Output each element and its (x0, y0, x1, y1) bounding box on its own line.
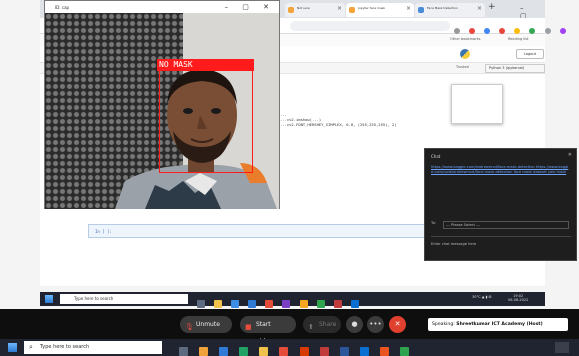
tab-label: Face Mask Detection (427, 6, 458, 10)
powerpoint-icon[interactable] (299, 347, 309, 356)
extension-icons (452, 21, 579, 53)
leave-meeting-button[interactable]: ✕ (389, 316, 406, 333)
clock-date: 06-06-2022 (508, 298, 529, 302)
taskbar-apps (195, 294, 361, 308)
file-explorer-icon[interactable] (259, 347, 269, 356)
store-icon[interactable] (231, 300, 240, 308)
chat-message-link[interactable]: https://www.kaggle.com/andrewmvd/face-ma… (431, 165, 571, 175)
code-cell[interactable]: ... ...cv2.imshow(...) ...cv2.FONT_HERSH… (280, 112, 440, 144)
browser-tab[interactable]: Not sure × (285, 3, 345, 17)
unmute-label: Unmute (196, 321, 220, 328)
code-line: ...cv2.FONT_HERSHEY_SIMPLEX, 0.8, (255,2… (280, 122, 397, 127)
app-icon[interactable] (350, 300, 359, 308)
app-icon[interactable] (219, 347, 229, 356)
app-icon[interactable] (316, 300, 325, 308)
chrome-icon[interactable] (265, 300, 274, 308)
word-icon[interactable] (339, 347, 349, 356)
remote-taskbar: Type here to search 30°C ▲ ▮ ⊞ 19:02 06-… (40, 292, 545, 308)
speaking-prefix: Speaking: (432, 322, 455, 327)
browser-tab[interactable]: Face Mask Detection × (415, 3, 485, 17)
camera-window-title: ID: cap (55, 5, 70, 10)
chat-title: Chat (431, 154, 441, 159)
app-icon[interactable] (282, 300, 291, 308)
taskbar-search-placeholder: Type here to search (40, 344, 90, 350)
mic-off-icon: 🎙 (185, 323, 194, 331)
tab-label: Not sure (297, 6, 310, 10)
unmute-button[interactable]: 🎙 Unmute (180, 316, 232, 333)
task-view-icon[interactable] (197, 300, 205, 308)
speaker-name: Shreetkumar ICT Academy (Host) (456, 322, 543, 327)
chat-recipient: To: --- Please Select --- (431, 221, 571, 229)
taskbar-search-field[interactable]: ⌕ Type here to search (24, 341, 162, 354)
more-options-button[interactable]: ••• (367, 316, 384, 333)
python-logo-icon (460, 49, 470, 59)
chat-message-input[interactable]: Enter chat message here (431, 236, 571, 250)
clock[interactable]: 19:02 06-06-2022 (508, 294, 528, 302)
chrome-icon[interactable] (279, 347, 289, 356)
windows-start-icon[interactable] (45, 295, 53, 303)
task-view-icon[interactable] (179, 347, 188, 356)
share-button[interactable]: ⬆ Share (303, 316, 341, 333)
video-off-icon: ■ (245, 323, 252, 331)
browser-tab-active[interactable]: Jupyter face mask × (346, 3, 414, 17)
taskbar-search-input[interactable]: Type here to search (60, 294, 188, 304)
camera-feed: NO MASK (45, 13, 279, 209)
extension-icon[interactable] (544, 28, 551, 34)
camera-window-titlebar[interactable]: ID: cap – ▢ ✕ (45, 1, 279, 13)
kernel-indicator[interactable]: Python 3 (ipykernel) (485, 64, 545, 73)
active-speaker-indicator: Speaking: Shreetkumar ICT Academy (Host) (428, 318, 568, 331)
close-icon[interactable]: ✕ (568, 152, 572, 158)
start-video-button[interactable]: ■ Start video (240, 316, 296, 345)
tab-favicon-icon (349, 7, 355, 13)
windows-start-icon[interactable] (8, 343, 17, 352)
app-icon[interactable] (333, 300, 342, 308)
chat-panel: Chat ✕ https://www.kaggle.com/andrewmvd/… (424, 148, 577, 261)
tab-favicon-icon (288, 7, 294, 13)
url-input[interactable] (290, 21, 450, 31)
window-controls[interactable]: – ▢ ✕ (225, 3, 275, 11)
close-icon[interactable]: × (477, 5, 482, 12)
tab-favicon-icon (418, 7, 424, 13)
notification-icon[interactable] (555, 342, 569, 353)
other-bookmarks-link[interactable]: Other bookmarks (450, 37, 480, 41)
participants-icon: ● (351, 320, 358, 328)
close-icon[interactable]: × (337, 5, 342, 12)
logout-button[interactable]: Logout (516, 49, 544, 59)
chat-to-label: To: (431, 221, 436, 225)
zoom-icon[interactable] (359, 347, 369, 356)
vlc-icon[interactable] (199, 347, 209, 356)
detection-box (159, 59, 253, 173)
taskbar-apps (176, 342, 412, 356)
file-explorer-icon[interactable] (214, 300, 223, 308)
screen: Not sure × Jupyter face mask × Face Mask… (0, 0, 579, 356)
mail-icon[interactable] (248, 300, 257, 308)
participants-button[interactable]: ● (346, 316, 363, 333)
search-icon: ⌕ (29, 343, 33, 351)
local-taskbar: ⌕ Type here to search (0, 339, 579, 356)
share-label: Share (319, 321, 337, 328)
close-icon[interactable]: × (406, 5, 411, 12)
trusted-indicator[interactable]: Trusted (456, 65, 469, 69)
tab-label: Jupyter face mask (358, 6, 386, 10)
app-icon[interactable] (299, 300, 308, 308)
share-screen-icon: ⬆ (308, 323, 314, 331)
camera-window[interactable]: ID: cap – ▢ ✕ NO MASK (44, 0, 280, 209)
reading-list-link[interactable]: Reading list (508, 37, 528, 41)
chat-recipient-select[interactable]: --- Please Select --- (443, 221, 569, 229)
notification-popup[interactable] (451, 84, 503, 124)
app-icon[interactable] (319, 347, 329, 356)
meeting-controls: 🎙 Unmute ■ Start video ⬆ Share ● ••• ✕ S… (0, 309, 579, 345)
cell-prompt: In [ ]: (95, 229, 112, 234)
app-icon[interactable] (400, 347, 410, 356)
system-tray[interactable]: 30°C ▲ ▮ ⊞ (472, 295, 492, 299)
excel-icon[interactable] (239, 347, 249, 356)
new-tab-button[interactable]: + (488, 2, 496, 12)
detection-label: NO MASK (157, 59, 254, 71)
profile-avatar-icon[interactable] (559, 28, 566, 34)
app-icon[interactable] (379, 347, 389, 356)
